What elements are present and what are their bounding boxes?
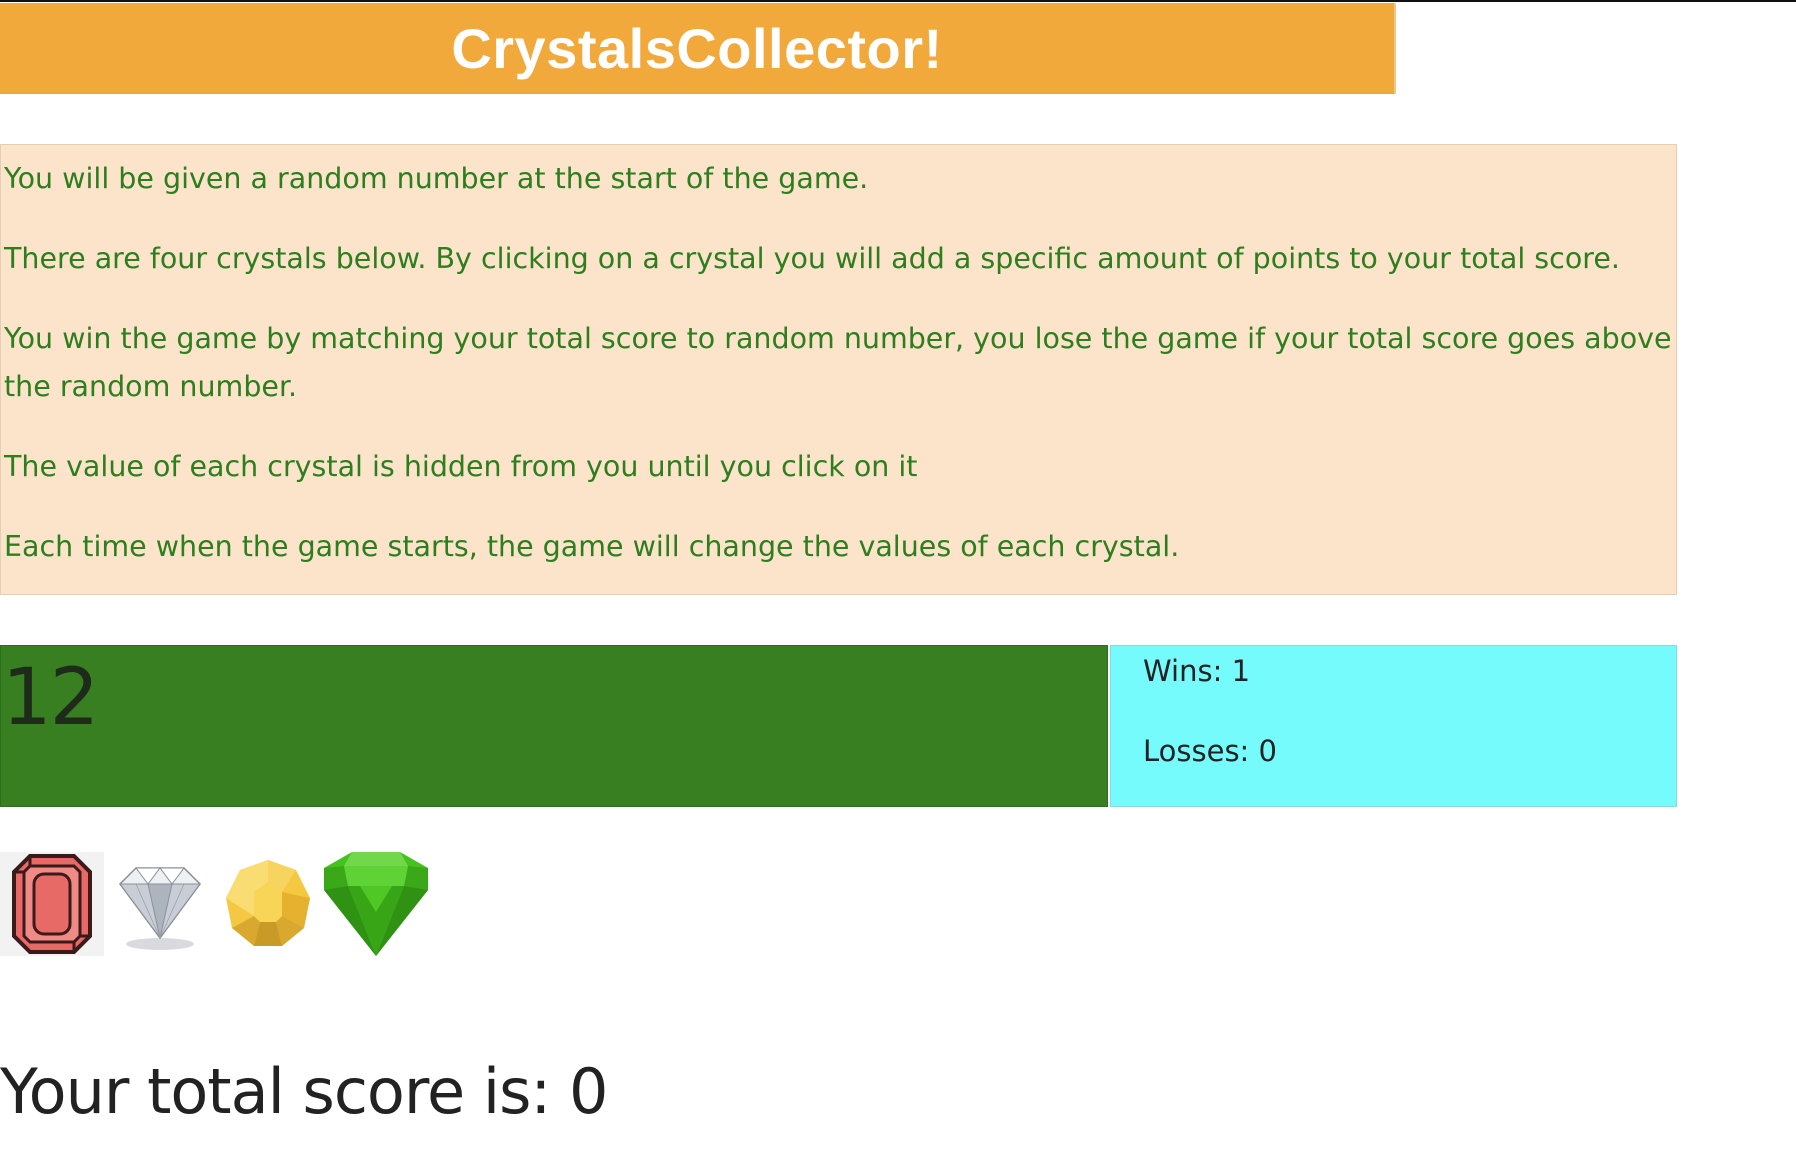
random-number: 12	[2, 653, 99, 743]
instruction-3: You win the game by matching your total …	[4, 322, 1672, 403]
title-banner: CrystalsCollector!	[0, 3, 1396, 94]
instructions-panel: You will be given a random number at the…	[0, 144, 1677, 595]
green-crystal-icon[interactable]	[324, 852, 428, 956]
total-score: Your total score is: 0	[0, 1055, 608, 1128]
stats-panel: Wins: 1 Losses: 0	[1110, 645, 1677, 807]
top-border	[0, 0, 1796, 2]
instruction-4: The value of each crystal is hidden from…	[4, 450, 918, 483]
yellow-crystal-icon[interactable]	[216, 852, 320, 956]
crystal-row	[0, 852, 432, 956]
page-title: CrystalsCollector!	[451, 17, 943, 80]
instruction-2: There are four crystals below. By clicki…	[4, 242, 1620, 275]
instruction-1: You will be given a random number at the…	[4, 162, 869, 195]
wins-count: Wins: 1	[1143, 654, 1251, 688]
instruction-5: Each time when the game starts, the game…	[4, 530, 1180, 563]
losses-count: Losses: 0	[1143, 734, 1277, 768]
random-number-panel: 12	[0, 645, 1108, 807]
red-crystal-icon[interactable]	[0, 852, 104, 956]
diamond-crystal-icon[interactable]	[108, 852, 212, 956]
